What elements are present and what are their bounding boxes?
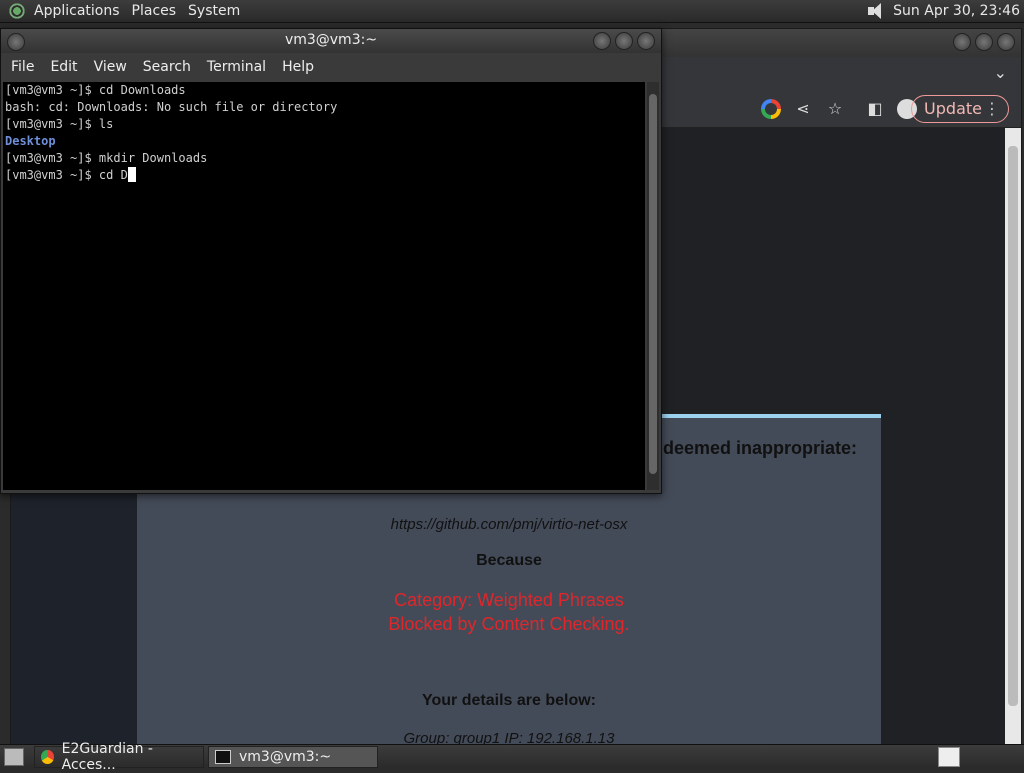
minimize-icon[interactable]: [953, 33, 971, 51]
menu-edit[interactable]: Edit: [50, 59, 77, 75]
menu-applications[interactable]: Applications: [34, 3, 120, 19]
because-label: Because: [476, 552, 542, 569]
scroll-thumb[interactable]: [649, 94, 657, 474]
more-menu-icon[interactable]: ⋮: [984, 96, 1000, 122]
terminal-scrollbar[interactable]: [647, 82, 659, 490]
taskbar-item-label: vm3@vm3:~: [239, 749, 332, 765]
side-panel-icon[interactable]: ◧: [865, 99, 885, 119]
google-lens-icon[interactable]: [761, 99, 781, 119]
terminal-icon: [215, 750, 231, 764]
terminal-prompt-line: [vm3@vm3 ~]$ cd D: [5, 167, 645, 184]
terminal-titlebar[interactable]: vm3@vm3:~: [1, 29, 661, 53]
minimize-icon[interactable]: [593, 32, 611, 50]
terminal-menubar: File Edit View Search Terminal Help: [1, 53, 661, 81]
menu-view[interactable]: View: [94, 59, 127, 75]
chrome-icon: [41, 750, 54, 764]
maximize-icon[interactable]: [975, 33, 993, 51]
block-reason-detail: Blocked by Content Checking.: [388, 614, 630, 634]
close-icon[interactable]: [997, 33, 1015, 51]
browser-scrollbar[interactable]: [1005, 128, 1021, 745]
update-button[interactable]: Update ⋮: [911, 95, 1009, 123]
share-icon[interactable]: ⋖: [793, 99, 813, 119]
terminal-line: [vm3@vm3 ~]$ cd Downloads: [5, 83, 186, 97]
bookmark-star-icon[interactable]: ☆: [825, 99, 845, 119]
terminal-line: [vm3@vm3 ~]$ cd D: [5, 168, 128, 182]
bottom-panel: E2Guardian - Acces... vm3@vm3:~: [0, 741, 1024, 773]
terminal-output[interactable]: [vm3@vm3 ~]$ cd Downloads bash: cd: Downl…: [3, 82, 645, 490]
block-reason-category: Category: Weighted Phrases: [394, 590, 624, 610]
terminal-window: vm3@vm3:~ File Edit View Search Terminal…: [0, 28, 662, 494]
menu-search[interactable]: Search: [143, 59, 191, 75]
menu-file[interactable]: File: [11, 59, 34, 75]
taskbar-item-label: E2Guardian - Acces...: [61, 741, 153, 773]
update-label: Update: [924, 99, 982, 118]
terminal-line: [vm3@vm3 ~]$ mkdir Downloads: [5, 151, 208, 165]
terminal-title: vm3@vm3:~: [284, 32, 378, 48]
scroll-thumb[interactable]: [1008, 146, 1018, 706]
close-icon[interactable]: [637, 32, 655, 50]
menu-help[interactable]: Help: [282, 59, 314, 75]
menu-terminal[interactable]: Terminal: [207, 59, 266, 75]
text-cursor: [127, 167, 136, 182]
terminal-line: bash: cd: Downloads: No such file or dir…: [5, 100, 338, 114]
terminal-line: [vm3@vm3 ~]$ ls: [5, 117, 114, 131]
blocked-url: https://github.com/pmj/virtio-net-osx: [390, 516, 628, 533]
workspace-switcher-icon[interactable]: [938, 747, 960, 767]
volume-icon[interactable]: [865, 2, 887, 20]
distro-logo-icon[interactable]: [8, 2, 26, 20]
show-desktop-icon[interactable]: [4, 748, 24, 766]
taskbar-item-terminal[interactable]: vm3@vm3:~: [208, 746, 378, 768]
top-panel: Applications Places System Sun Apr 30, 2…: [0, 0, 1024, 23]
menu-system[interactable]: System: [188, 3, 240, 19]
terminal-line: Desktop: [5, 134, 56, 148]
clock[interactable]: Sun Apr 30, 23:46: [893, 3, 1020, 19]
tab-search-chevron-icon[interactable]: ⌄: [994, 63, 1007, 82]
taskbar-item-browser[interactable]: E2Guardian - Acces...: [34, 741, 204, 773]
maximize-icon[interactable]: [615, 32, 633, 50]
menu-places[interactable]: Places: [132, 3, 177, 19]
details-heading: Your details are below:: [422, 692, 596, 709]
